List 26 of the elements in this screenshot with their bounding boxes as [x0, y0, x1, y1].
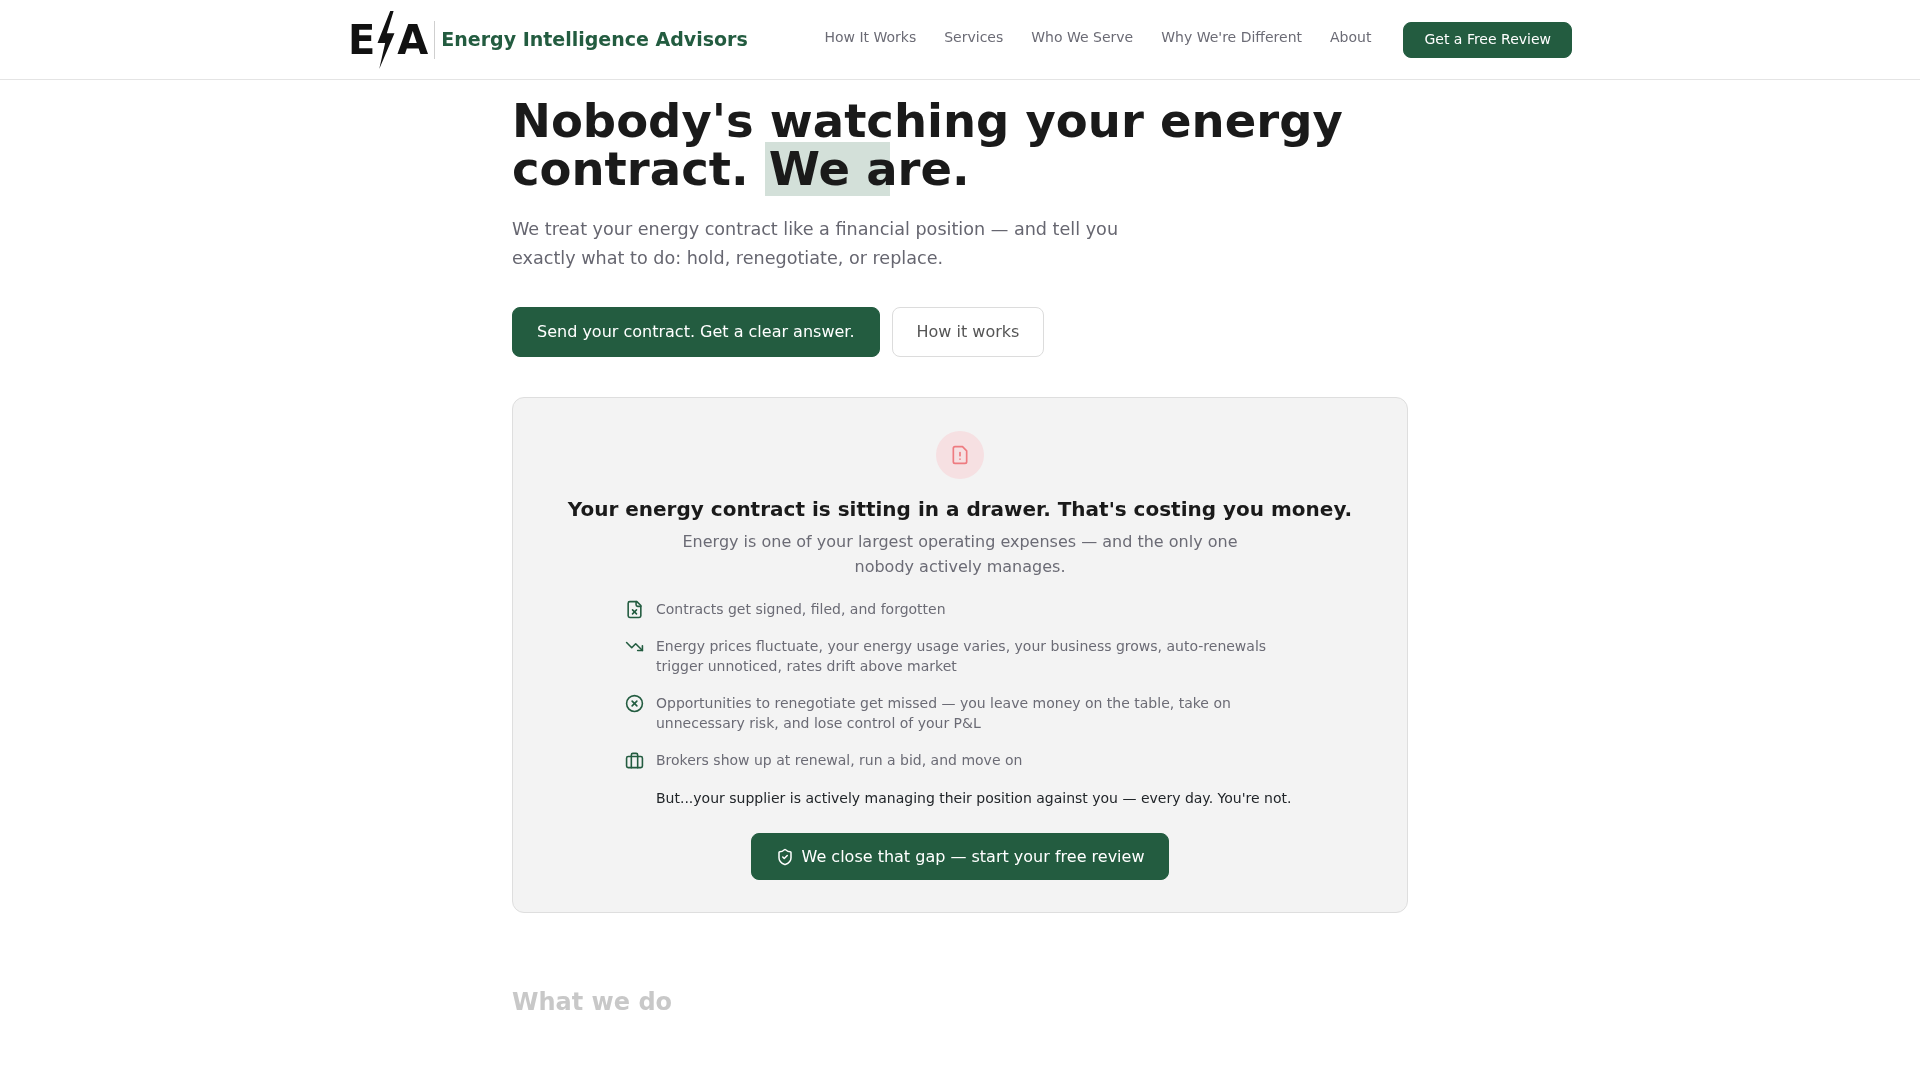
hero-heading: Nobody's watching your energy contract. We are. [512, 97, 1344, 193]
review-button[interactable]: Get a Free Review [1403, 21, 1572, 58]
point-text: Opportunities to renegotiate get missed — you leave money on the table, take on unnecessary risk, and lose control of your P&L [656, 694, 1232, 733]
point-text: Brokers show up at renewal, run a bid, and move on [656, 751, 1023, 770]
nav-link[interactable]: Who We Serve [1017, 27, 1148, 48]
nav-link[interactable]: How It Works [810, 27, 931, 48]
point-text: Contracts get signed, filed, and forgotten [656, 600, 946, 619]
nav-link[interactable]: Why We're Different [1147, 27, 1317, 48]
nav-link[interactable]: About [1316, 27, 1386, 48]
brand-link[interactable]: Energy Intelligence Advisors [441, 25, 748, 54]
briefcase-icon [625, 751, 644, 770]
hero-description: We treat your energy contract like a financial position — and tell you exactly what to do: hold, renegotiate, or replace. [512, 218, 1120, 270]
circle-x-icon [625, 694, 644, 713]
logo-letter: E [348, 19, 376, 60]
shield-check-icon [775, 847, 794, 866]
closing-text: But...your supplier is actively managing their position against you — every day. You're not. [656, 789, 1293, 808]
how-it-works-button[interactable]: How it works [891, 307, 1045, 357]
card-subtitle: Energy is one of your largest operating expenses — and the only one nobody actively manages. [681, 531, 1239, 578]
point-text: Energy prices fluctuate, your energy usage varies, your business grows, auto-renewals trigger unnoticed, rates drift above market [656, 637, 1268, 676]
document-alert-icon [936, 431, 984, 479]
nav-link[interactable]: Services [930, 27, 1018, 48]
document-x-icon [625, 600, 644, 619]
free-review-button[interactable]: We close that gap — start your free review [750, 833, 1170, 880]
send-contract-button[interactable]: Send your contract. Get a clear answer. [512, 307, 880, 357]
logo-letter: A [397, 19, 429, 60]
card-title: Your energy contract is sitting in a drawer. That's costing you money. [566, 497, 1354, 521]
